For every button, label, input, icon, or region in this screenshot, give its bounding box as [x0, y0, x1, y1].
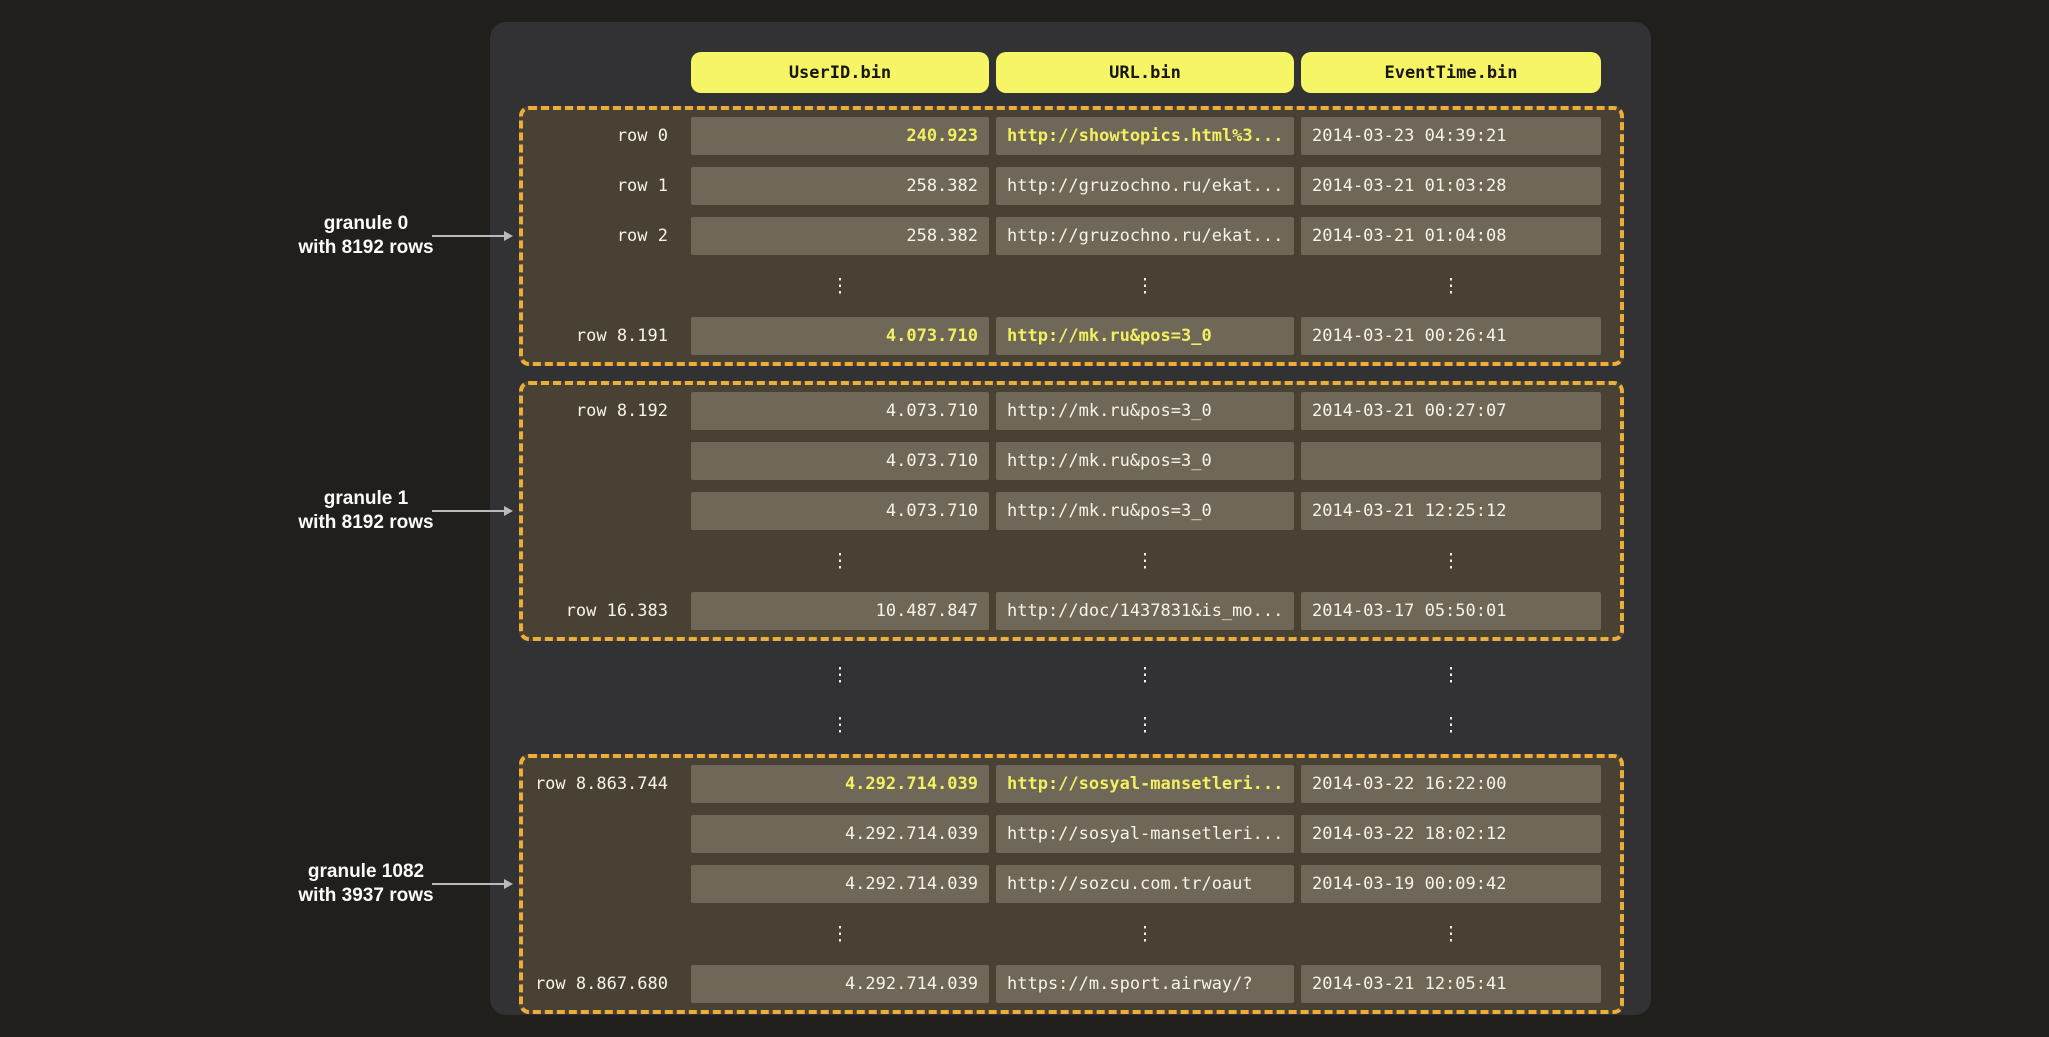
granule-row: row 8.191 4.073.710http://mk.ru&pos=3_020… [532, 317, 1611, 355]
arrow-head-icon [504, 231, 513, 241]
url-cell: https://m.sport.airway/? [996, 965, 1294, 1003]
eventtime-cell: 2014-03-23 04:39:21 [1301, 117, 1601, 155]
granule-row: row 0 240.923http://showtopics.html%3...2… [532, 117, 1611, 155]
eventtime-cell: 2014-03-19 00:09:42 [1301, 865, 1601, 903]
diagram-canvas: { "colors": { "page_bg": "#201f1c", "pan… [0, 0, 2049, 1037]
eventtime-cell: 2014-03-21 01:04:08 [1301, 217, 1601, 255]
ellipsis-marker: ⋮ [1301, 267, 1601, 305]
url-cell: http://gruzochno.ru/ekat... [996, 167, 1294, 205]
userid-cell: 4.292.714.039 [691, 815, 989, 853]
url-cell: http://sosyal-mansetleri... [996, 815, 1294, 853]
ellipsis-row: ⋮⋮⋮ [532, 915, 1611, 953]
row-index-label: row 8.192 [532, 401, 684, 421]
eventtime-cell: 2014-03-21 12:05:41 [1301, 965, 1601, 1003]
ellipsis-marker: ⋮ [1301, 656, 1601, 694]
eventtime-cell: 2014-03-21 01:03:28 [1301, 167, 1601, 205]
granule-row: row 8.867.680 4.292.714.039https://m.spor… [532, 965, 1611, 1003]
userid-cell: 4.073.710 [691, 492, 989, 530]
granule-pointer-arrow-0 [432, 235, 504, 237]
ellipsis-row: ⋮⋮⋮ [532, 542, 1611, 580]
column-header-eventtime-bin: EventTime.bin [1301, 52, 1601, 93]
url-cell: http://gruzochno.ru/ekat... [996, 217, 1294, 255]
userid-cell: 4.073.710 [691, 442, 989, 480]
ellipsis-marker: ⋮ [996, 542, 1294, 580]
eventtime-cell: 2014-03-21 12:25:12 [1301, 492, 1601, 530]
granule-row: row 2 258.382http://gruzochno.ru/ekat...2… [532, 217, 1611, 255]
userid-cell: 10.487.847 [691, 592, 989, 630]
ellipsis-marker: ⋮ [1301, 915, 1601, 953]
url-cell: http://doc/1437831&is_mo... [996, 592, 1294, 630]
eventtime-cell: 2014-03-17 05:50:01 [1301, 592, 1601, 630]
granule-row: row 1 258.382http://gruzochno.ru/ekat...2… [532, 167, 1611, 205]
granule-row: 4.292.714.039http://sozcu.com.tr/oaut201… [532, 865, 1611, 903]
ellipsis-marker: ⋮ [996, 656, 1294, 694]
row-index-label: row 16.383 [532, 601, 684, 621]
granule-side-label-line2: with 8192 rows [236, 511, 496, 535]
granule-row: row 8.863.744 4.292.714.039http://sosyal-… [532, 765, 1611, 803]
ellipsis-marker: ⋮ [1301, 706, 1601, 744]
userid-cell: 240.923 [691, 117, 989, 155]
eventtime-cell [1301, 442, 1601, 480]
ellipsis-marker: ⋮ [996, 267, 1294, 305]
granule-side-label-line2: with 3937 rows [236, 884, 496, 908]
ellipsis-marker: ⋮ [691, 267, 989, 305]
granule-box-2: row 8.863.7444.292.714.039http://sosyal-… [519, 754, 1624, 1014]
eventtime-cell: 2014-03-22 18:02:12 [1301, 815, 1601, 853]
granule-side-label-line1: granule 0 [236, 212, 496, 236]
granule-box-1: row 8.1924.073.710http://mk.ru&pos=3_020… [519, 381, 1624, 641]
ellipsis-row: ⋮⋮⋮ [532, 706, 1624, 742]
granule-area: row 0240.923http://showtopics.html%3...2… [490, 106, 1651, 1014]
url-cell: http://sozcu.com.tr/oaut [996, 865, 1294, 903]
userid-cell: 258.382 [691, 217, 989, 255]
granule-box-0: row 0240.923http://showtopics.html%3...2… [519, 106, 1624, 366]
row-index-label: row 2 [532, 226, 684, 246]
userid-cell: 258.382 [691, 167, 989, 205]
ellipsis-row: ⋮⋮⋮ [532, 267, 1611, 305]
url-cell: http://mk.ru&pos=3_0 [996, 392, 1294, 430]
ellipsis-marker: ⋮ [1301, 542, 1601, 580]
granule-side-label-line1: granule 1 [236, 487, 496, 511]
ellipsis-marker: ⋮ [691, 542, 989, 580]
userid-cell: 4.292.714.039 [691, 965, 989, 1003]
granule-row: row 16.383 10.487.847http://doc/1437831&i… [532, 592, 1611, 630]
row-index-label: row 8.191 [532, 326, 684, 346]
ellipsis-marker: ⋮ [996, 915, 1294, 953]
granules-diagram-panel: UserID.bin URL.bin EventTime.bin row 0 24… [490, 22, 1651, 1015]
row-index-label: row 0 [532, 126, 684, 146]
collapsed-granules-section: ⋮⋮⋮⋮⋮⋮ [532, 656, 1624, 742]
granule-pointer-arrow-1 [432, 510, 504, 512]
arrow-head-icon [504, 879, 513, 889]
granule-pointer-arrow-2 [432, 883, 504, 885]
userid-cell: 4.292.714.039 [691, 765, 989, 803]
url-cell: http://sosyal-mansetleri... [996, 765, 1294, 803]
ellipsis-marker: ⋮ [996, 706, 1294, 744]
ellipsis-marker: ⋮ [691, 656, 989, 694]
url-cell: http://showtopics.html%3... [996, 117, 1294, 155]
row-index-label: row 8.867.680 [532, 974, 684, 994]
userid-cell: 4.292.714.039 [691, 865, 989, 903]
row-index-label: row 8.863.744 [532, 774, 684, 794]
eventtime-cell: 2014-03-22 16:22:00 [1301, 765, 1601, 803]
granule-row: 4.292.714.039http://sosyal-mansetleri...… [532, 815, 1611, 853]
ellipsis-row: ⋮⋮⋮ [532, 656, 1624, 692]
url-cell: http://mk.ru&pos=3_0 [996, 317, 1294, 355]
ellipsis-marker: ⋮ [691, 915, 989, 953]
eventtime-cell: 2014-03-21 00:27:07 [1301, 392, 1601, 430]
column-headers-row: UserID.bin URL.bin EventTime.bin [532, 52, 1624, 93]
userid-cell: 4.073.710 [691, 392, 989, 430]
ellipsis-marker: ⋮ [691, 706, 989, 744]
granule-side-label-line1: granule 1082 [236, 860, 496, 884]
granule-row: 4.073.710http://mk.ru&pos=3_0 [532, 442, 1611, 480]
column-header-userid-bin: UserID.bin [691, 52, 989, 93]
row-index-label: row 1 [532, 176, 684, 196]
granule-row: row 8.192 4.073.710http://mk.ru&pos=3_020… [532, 392, 1611, 430]
userid-cell: 4.073.710 [691, 317, 989, 355]
eventtime-cell: 2014-03-21 00:26:41 [1301, 317, 1601, 355]
column-header-url-bin: URL.bin [996, 52, 1294, 93]
granule-side-label-line2: with 8192 rows [236, 236, 496, 260]
url-cell: http://mk.ru&pos=3_0 [996, 442, 1294, 480]
granule-row: 4.073.710http://mk.ru&pos=3_02014-03-21 … [532, 492, 1611, 530]
url-cell: http://mk.ru&pos=3_0 [996, 492, 1294, 530]
arrow-head-icon [504, 506, 513, 516]
